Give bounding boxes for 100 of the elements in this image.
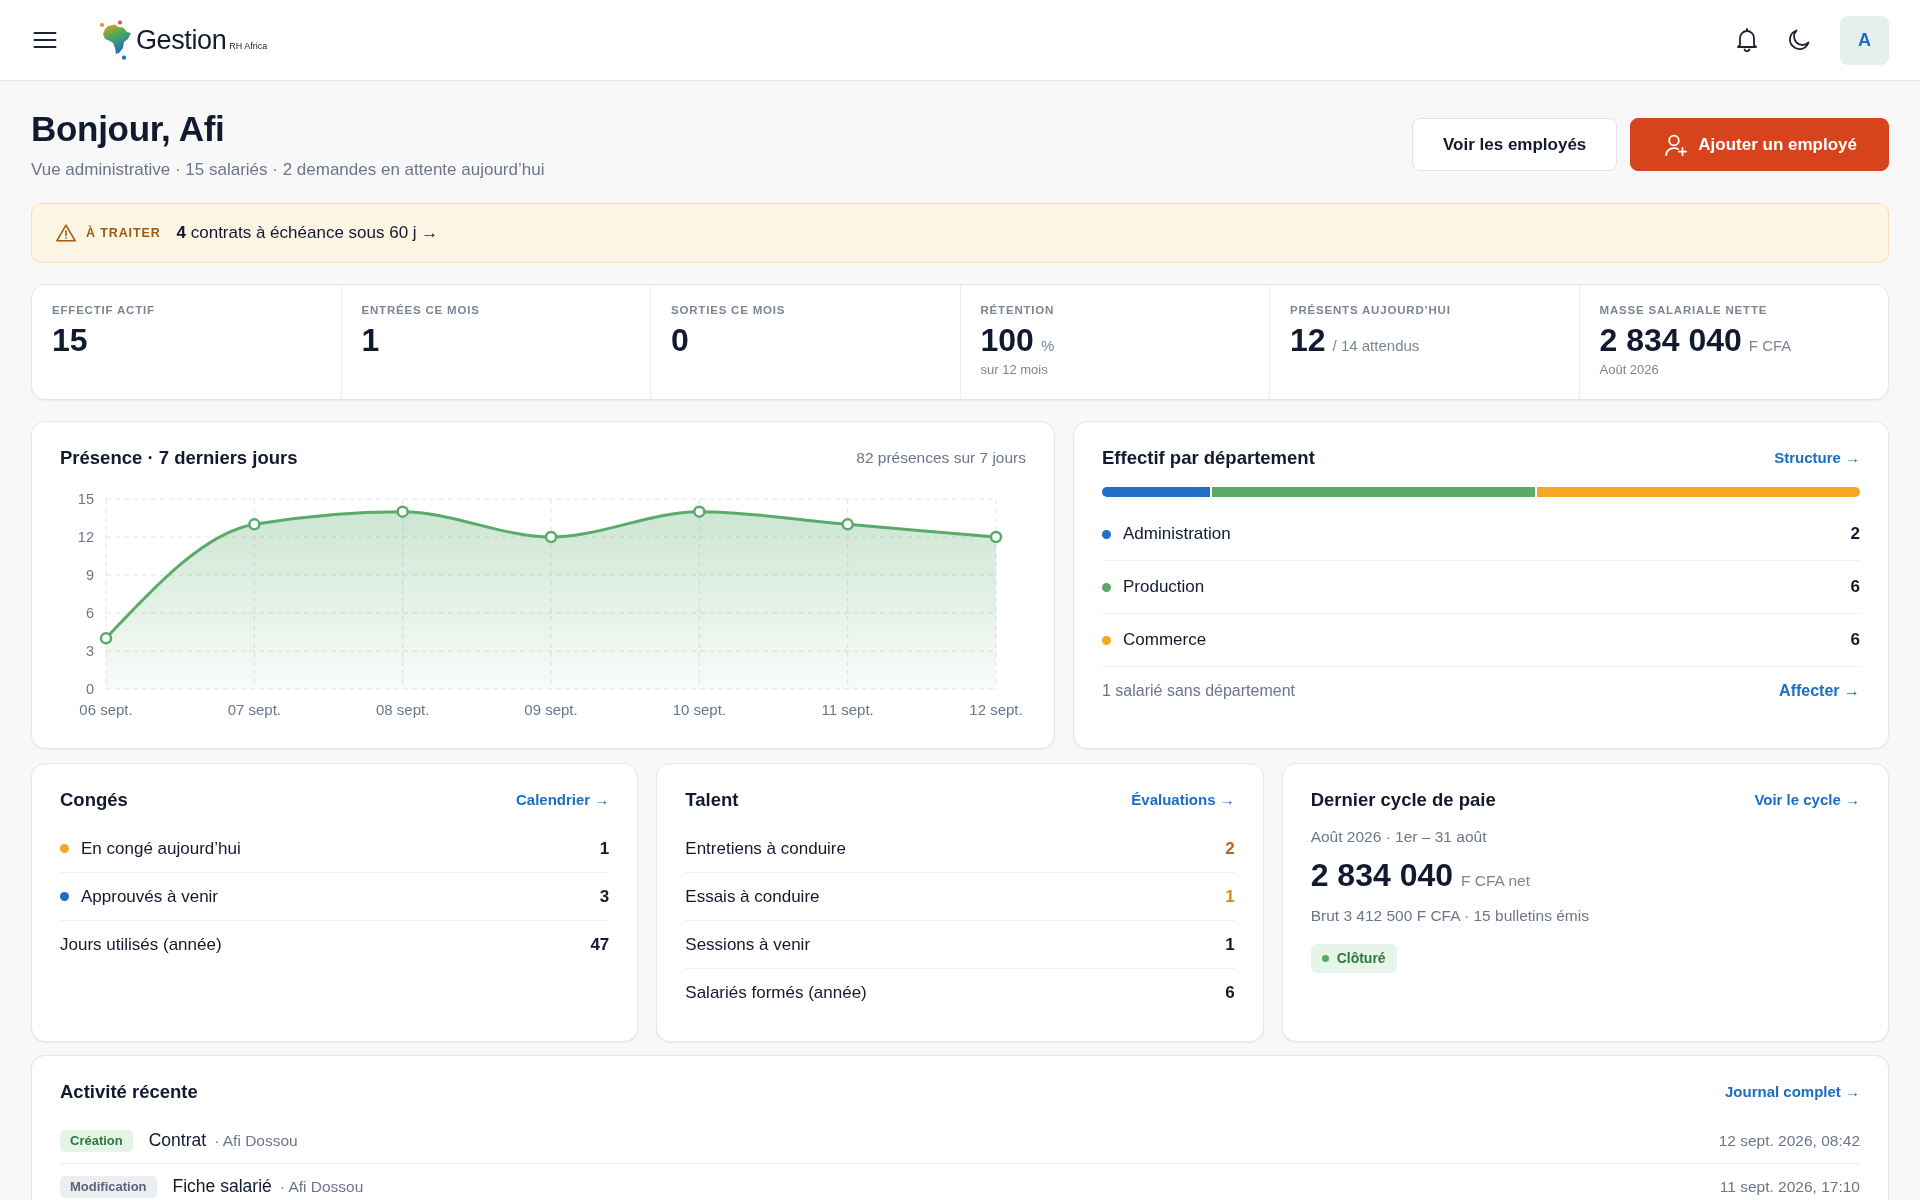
activity-date: 11 sept. 2026, 17:10 [1719,1176,1860,1197]
moon-icon[interactable] [1788,29,1810,51]
kpi-unit: F CFA [1748,336,1792,356]
data-point [396,505,409,518]
panel-link[interactable]: Structure → [1774,446,1860,470]
department-name: Administration [1123,523,1231,546]
panel-link[interactable]: Évaluations → [1131,788,1235,812]
axis-label: 08 sept. [376,701,430,718]
kpi-note: sur 12 mois [980,361,1049,379]
department-count: 2 [1850,523,1860,546]
footer-link[interactable]: Affecter → [1779,679,1860,703]
row-value: 3 [599,885,610,908]
kpi-value: 0 [671,321,689,359]
kpi-label: SORTIES CE MOIS [671,303,787,318]
kpi-value: 15 [52,321,88,359]
panel-title: Congés [60,788,128,812]
warning-label: À TRAITER [86,224,161,242]
row-value: 2 [1225,837,1235,860]
logo-subtitle: RH Africa [229,41,268,51]
notification-bell-icon[interactable] [1736,28,1758,52]
panel-title: Activité récente [60,1080,198,1104]
action-button[interactable]: Ajouter un employé [1630,118,1889,171]
row-value: 6 [1225,982,1235,1005]
data-point [99,632,113,645]
row-value: 1 [1225,885,1235,908]
data-point [841,518,854,531]
activity-subject: Contrat [148,1129,207,1153]
menu-icon[interactable] [33,31,57,49]
row-label: Sessions à venir [685,933,811,956]
kpi-label: EFFECTIF ACTIF [52,303,156,318]
panel-title: Présence · 7 derniers jours [60,446,298,470]
panel-title: Dernier cycle de paie [1310,788,1496,812]
department-count: 6 [1850,576,1860,599]
action-button[interactable]: Voir les employés [1412,118,1618,171]
axis-label: 12 sept. [969,701,1023,718]
department-name: Commerce [1123,629,1207,652]
axis-label: 07 sept. [227,701,281,718]
department-name: Production [1123,576,1205,599]
axis-label: 9 [85,567,94,583]
payroll-unit: F CFA net [1461,871,1530,891]
page-subtitle: Vue administrative · 15 salariés · 2 demandes en attente aujourd’hui [31,159,545,181]
kpi-unit: / 14 attendus [1332,336,1420,356]
africa-map-icon [99,20,132,60]
kpi-value: 2 834 040 [1599,321,1742,359]
panel-title: Talent [685,788,739,812]
axis-label: 06 sept. [79,701,133,718]
user-plus-icon [1665,133,1688,156]
panel-link[interactable]: Voir le cycle → [1754,788,1860,812]
payroll-detail: Brut 3 412 500 F CFA · 15 bulletins émis [1310,906,1590,926]
axis-label: 6 [85,605,94,621]
kpi-label: PRÉSENTS AUJOURD’HUI [1290,303,1452,318]
logo-title: Gestion [136,26,227,54]
data-point [989,530,1003,544]
row-value: 47 [590,934,610,957]
axis-label: 0 [85,681,94,697]
row-label: Essais à conduire [685,885,820,908]
row-value: 1 [599,837,610,860]
axis-label: 15 [77,491,94,507]
activity-date: 12 sept. 2026, 08:42 [1718,1130,1860,1151]
kpi-note: Août 2026 [1599,361,1660,379]
row-label: Approuvés à venir [81,885,219,908]
axis-label: 10 sept. [672,701,726,718]
panel-link[interactable]: Journal complet → [1724,1080,1860,1104]
kpi-label: ENTRÉES CE MOIS [361,303,481,318]
kpi-value: 12 [1290,321,1326,359]
kpi-label: RÉTENTION [980,303,1056,318]
data-point [544,530,558,544]
row-label: Entretiens à conduire [685,837,846,860]
kpi-label: MASSE SALARIALE NETTE [1599,303,1769,318]
payroll-amount: 2 834 040 [1310,856,1453,895]
data-point [248,518,261,531]
axis-label: 11 sept. [821,701,874,718]
kpi-value: 1 [361,321,380,359]
row-label: Salariés formés (année) [685,982,867,1005]
page-title: Bonjour, Afi [31,108,226,149]
axis-label: 12 [77,529,94,545]
axis-label: 09 sept. [524,701,578,718]
panel-link[interactable]: Calendrier → [515,788,610,812]
kpi-value: 100 [980,321,1034,359]
payroll-period: Août 2026 · 1er – 31 août [1310,827,1488,847]
row-label: En congé aujourd’hui [81,837,241,860]
department-count: 6 [1850,629,1860,652]
activity-author: · Afi Dossou [214,1130,298,1151]
status-dot-icon [1321,955,1329,962]
warning-link[interactable]: 4 contrats à échéance sous 60 j → [176,220,439,246]
row-label: Jours utilisés (année) [60,934,222,957]
chart-summary: 82 présences sur 7 jours [856,448,1026,469]
activity-author: · Afi Dossou [279,1176,364,1197]
axis-label: 3 [85,643,94,659]
action-type-label: Création [60,1129,133,1152]
warning-icon [56,224,76,242]
row-value: 1 [1225,933,1235,956]
activity-subject: Fiche salarié [172,1175,272,1199]
avatar-button[interactable]: A [1840,15,1889,65]
action-type-label: Modification [60,1175,157,1198]
status-label: Clôturé [1336,949,1386,968]
data-point [693,505,706,518]
kpi-unit: % [1040,336,1055,356]
panel-title: Effectif par département [1102,446,1315,470]
footer-note: 1 salarié sans département [1102,681,1295,701]
